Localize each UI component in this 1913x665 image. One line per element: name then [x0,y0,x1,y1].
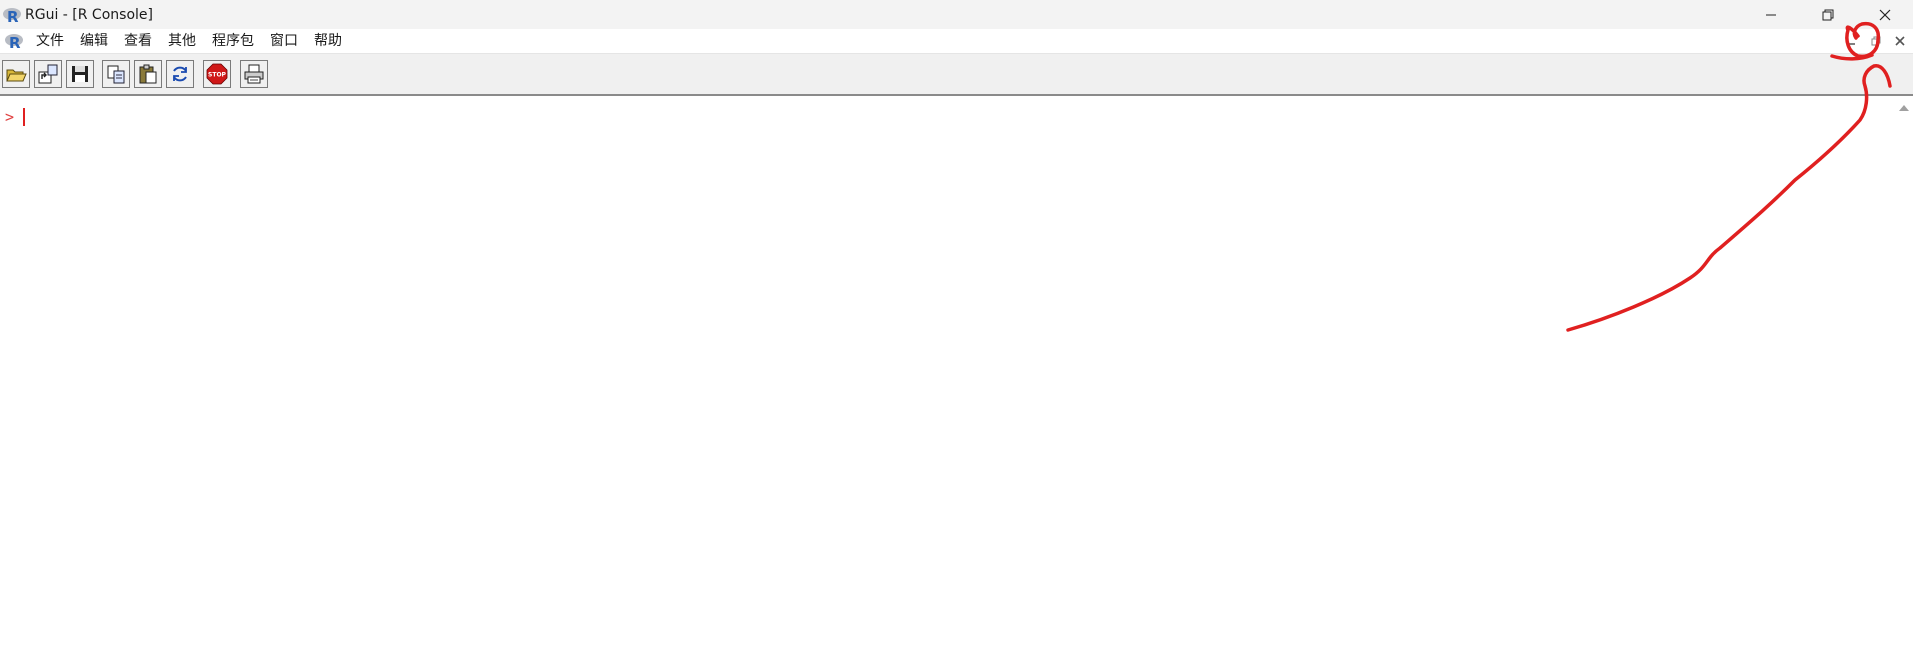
save-workspace-button[interactable] [66,60,94,88]
menu-windows[interactable]: 窗口 [262,30,306,52]
menu-file[interactable]: 文件 [28,30,72,52]
stop-icon: STOP [206,63,228,85]
menu-misc[interactable]: 其他 [160,30,204,52]
r-logo-icon: R [3,7,21,25]
load-workspace-button[interactable] [34,60,62,88]
console-prompt: > [5,108,15,126]
console-area[interactable]: > [0,96,1895,665]
close-icon [1895,36,1905,46]
restore-button[interactable] [1799,0,1856,29]
print-button[interactable] [240,60,268,88]
menu-help[interactable]: 帮助 [306,30,350,52]
minimize-icon [1849,43,1855,45]
close-button[interactable] [1856,0,1913,29]
menu-packages[interactable]: 程序包 [204,30,262,52]
load-workspace-icon [38,64,58,84]
copy-paste-button[interactable] [166,60,194,88]
menu-view[interactable]: 查看 [116,30,160,52]
r-logo-icon[interactable]: R [4,31,24,51]
paste-button[interactable] [134,60,162,88]
menu-edit[interactable]: 编辑 [72,30,116,52]
stop-label: STOP [208,72,227,79]
window-title: RGui - [R Console] [25,6,153,23]
title-bar: R RGui - [R Console] [0,0,1913,29]
minimize-icon [1765,14,1776,15]
restore-icon [1871,36,1881,46]
minimize-button[interactable] [1742,0,1799,29]
copy-paste-icon [173,66,187,82]
vertical-scrollbar[interactable] [1895,96,1913,665]
stop-button[interactable]: STOP [203,60,231,88]
console-minimize-button[interactable] [1843,32,1861,50]
save-workspace-icon [72,66,88,82]
menu-bar: R 文件 编辑 查看 其他 程序包 窗口 帮助 [0,29,1913,54]
open-script-icon [6,69,27,82]
copy-button[interactable] [102,60,130,88]
text-cursor [23,108,25,126]
copy-icon [107,65,125,84]
paste-icon [139,64,157,84]
svg-text:R: R [7,8,19,25]
restore-icon [1822,9,1833,20]
scroll-up-arrow-icon[interactable] [1895,100,1913,118]
toolbar: STOP [0,54,1913,96]
console-close-button[interactable] [1891,32,1909,50]
print-icon [244,64,264,84]
console-restore-button[interactable] [1867,32,1885,50]
close-icon [1879,9,1890,20]
open-script-button[interactable] [2,60,30,88]
svg-text:R: R [9,34,21,51]
